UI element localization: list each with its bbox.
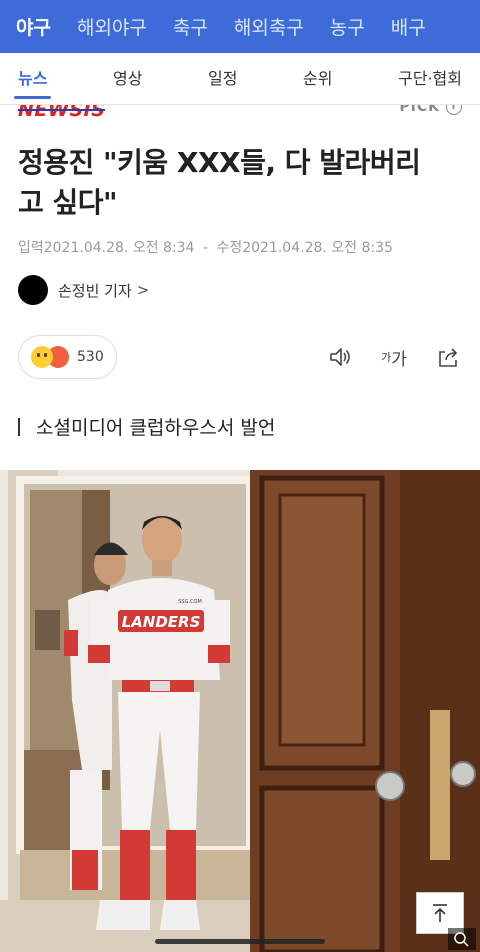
tab-overseas-football[interactable]: 해외축구 [234,13,304,40]
home-indicator [155,939,325,944]
tab-overseas-baseball[interactable]: 해외야구 [77,13,147,40]
font-size-icon[interactable]: 가가 [380,343,408,371]
subtab-video[interactable]: 영상 [113,53,142,105]
article-photo[interactable]: LANDERS SSG.COM [0,470,480,952]
zoom-button[interactable] [448,928,476,950]
subtab-news[interactable]: 뉴스 [13,53,52,105]
press-logo-text: NEWSIS [18,105,106,119]
reaction-toolbar: 530 가가 [0,305,480,379]
subheading-bar [18,417,20,436]
pick-badge[interactable]: PICK i [399,105,462,115]
tab-baseball[interactable]: 야구 [16,13,51,40]
article-title-line1: 정용진 "키움 XXX들, 다 발라버리 [18,146,421,179]
modified-date: 2021.04.28. 오전 8:35 [242,240,393,256]
reaction-count: 530 [77,349,104,365]
reaction-button[interactable]: 530 [18,335,117,379]
scroll-to-top-icon [433,904,447,922]
pick-label: PICK [399,105,440,115]
info-icon[interactable]: i [446,105,462,115]
share-icon[interactable] [434,343,462,371]
input-label: 입력 [18,240,44,256]
avatar [18,275,48,305]
top-category-nav: 야구 해외야구 축구 해외축구 농구 배구 [0,0,480,53]
font-size-large-glyph: 가 [391,349,407,370]
article-title-line2: 고 싶다" [18,186,118,219]
photo-illustration: LANDERS SSG.COM [0,470,480,952]
input-date: 2021.04.28. 오전 8:34 [43,240,195,256]
jersey-text: LANDERS [122,613,201,631]
subtab-clubs[interactable]: 구단·협회 [398,53,462,105]
modified-label: 수정 [216,240,243,256]
tab-basketball[interactable]: 농구 [330,13,365,40]
speaker-icon[interactable] [326,343,354,371]
subtab-standings[interactable]: 순위 [303,53,332,105]
subtab-schedule[interactable]: 일정 [208,53,237,105]
zoom-icon [454,932,469,947]
sub-nav: 뉴스 영상 일정 순위 구단·협회 [0,53,480,105]
article-subheading: 소셜미디어 클럽하우스서 발언 [0,379,480,440]
article-dates: 입력2021.04.28. 오전 8:34 - 수정2021.04.28. 오전… [0,223,480,257]
press-logo[interactable]: NEWSIS [18,105,106,119]
article-title: 정용진 "키움 XXX들, 다 발라버리 고 싶다" [0,119,480,223]
date-separator: - [202,240,208,256]
font-size-small-glyph: 가 [381,351,392,364]
press-row: NEWSIS PICK i [0,105,480,119]
chevron-right-icon: > [136,281,150,299]
subheading-text: 소셜미디어 클럽하우스서 발언 [36,417,276,439]
jersey-small-text: SSG.COM [178,599,202,605]
reporter-name: 손정빈 기자 [58,281,132,300]
tab-football[interactable]: 축구 [173,13,208,40]
article-tools: 가가 [300,343,462,371]
happy-emoji-icon [31,346,53,368]
reporter-link[interactable]: 손정빈 기자 > [0,257,480,305]
tab-volleyball[interactable]: 배구 [391,13,426,40]
